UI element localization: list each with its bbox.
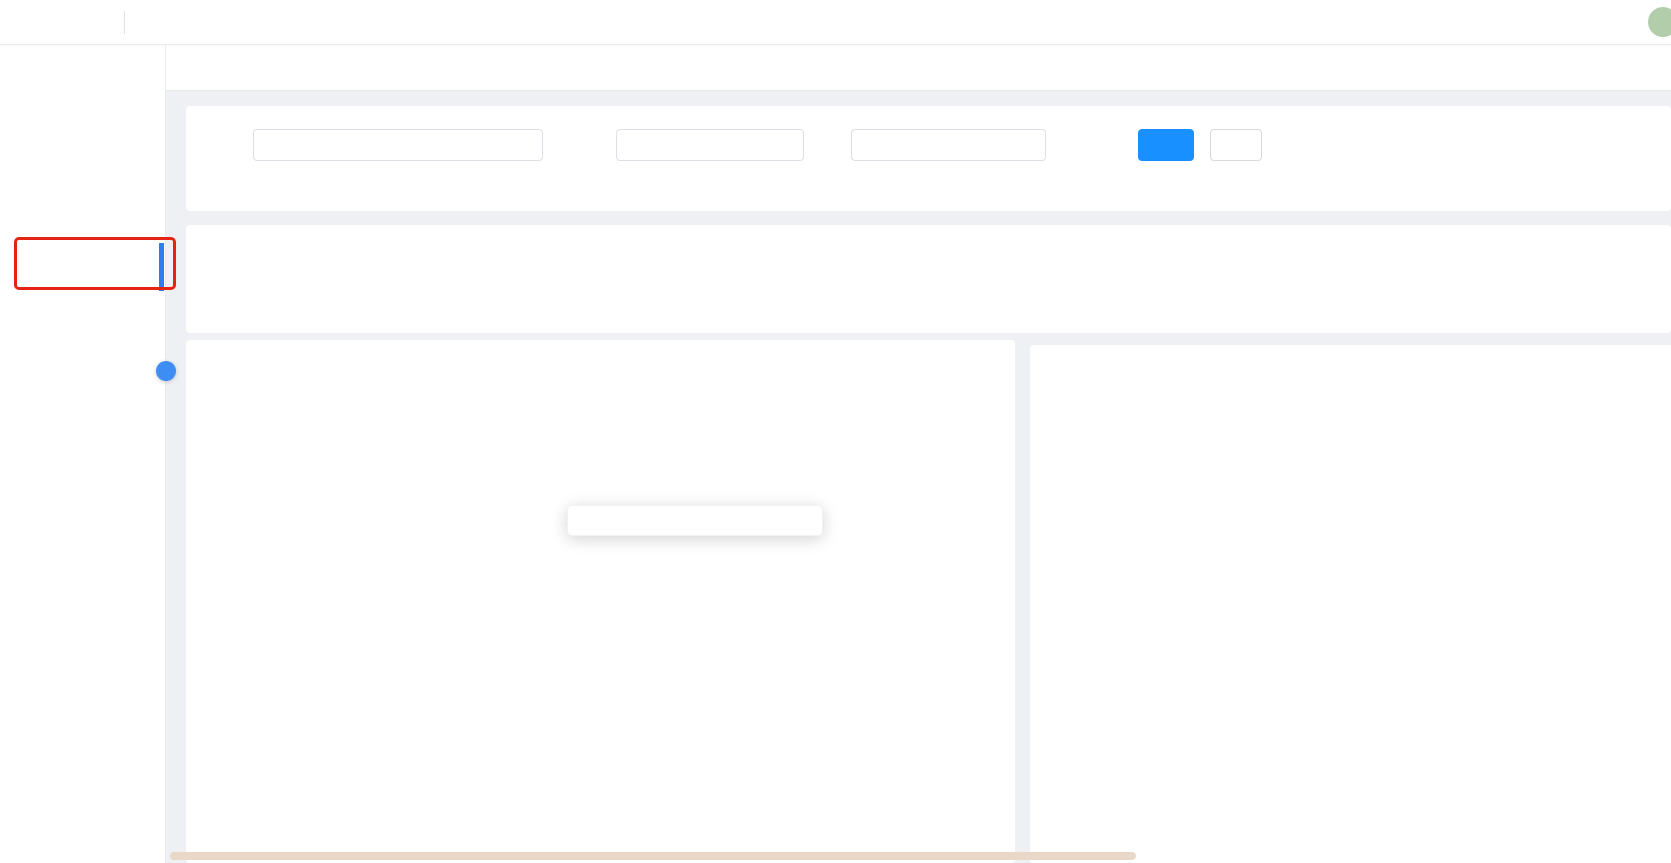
filter-card xyxy=(186,106,1671,211)
filter-row xyxy=(186,129,1671,161)
reset-button[interactable] xyxy=(1210,129,1262,161)
afcenter-logo[interactable] xyxy=(18,7,19,9)
horizontal-scrollbar-thumb[interactable] xyxy=(170,852,1136,860)
stats-card xyxy=(186,225,1671,333)
sort-field-select[interactable] xyxy=(616,129,804,161)
page-title-strip xyxy=(166,45,1671,91)
chart-tooltip xyxy=(567,505,823,536)
sort-type-select[interactable] xyxy=(851,129,1046,161)
chart-card xyxy=(186,340,1015,863)
avatar[interactable] xyxy=(1648,7,1671,37)
sidebar-collapse-button[interactable] xyxy=(156,361,176,381)
topbar-divider xyxy=(124,11,125,34)
date-range-input[interactable] xyxy=(253,129,543,161)
table-card xyxy=(1030,345,1671,863)
topbar xyxy=(0,0,1671,45)
sidebar-scrollbar-thumb[interactable] xyxy=(159,243,164,291)
sidebar xyxy=(0,45,166,863)
query-button[interactable] xyxy=(1138,129,1194,161)
